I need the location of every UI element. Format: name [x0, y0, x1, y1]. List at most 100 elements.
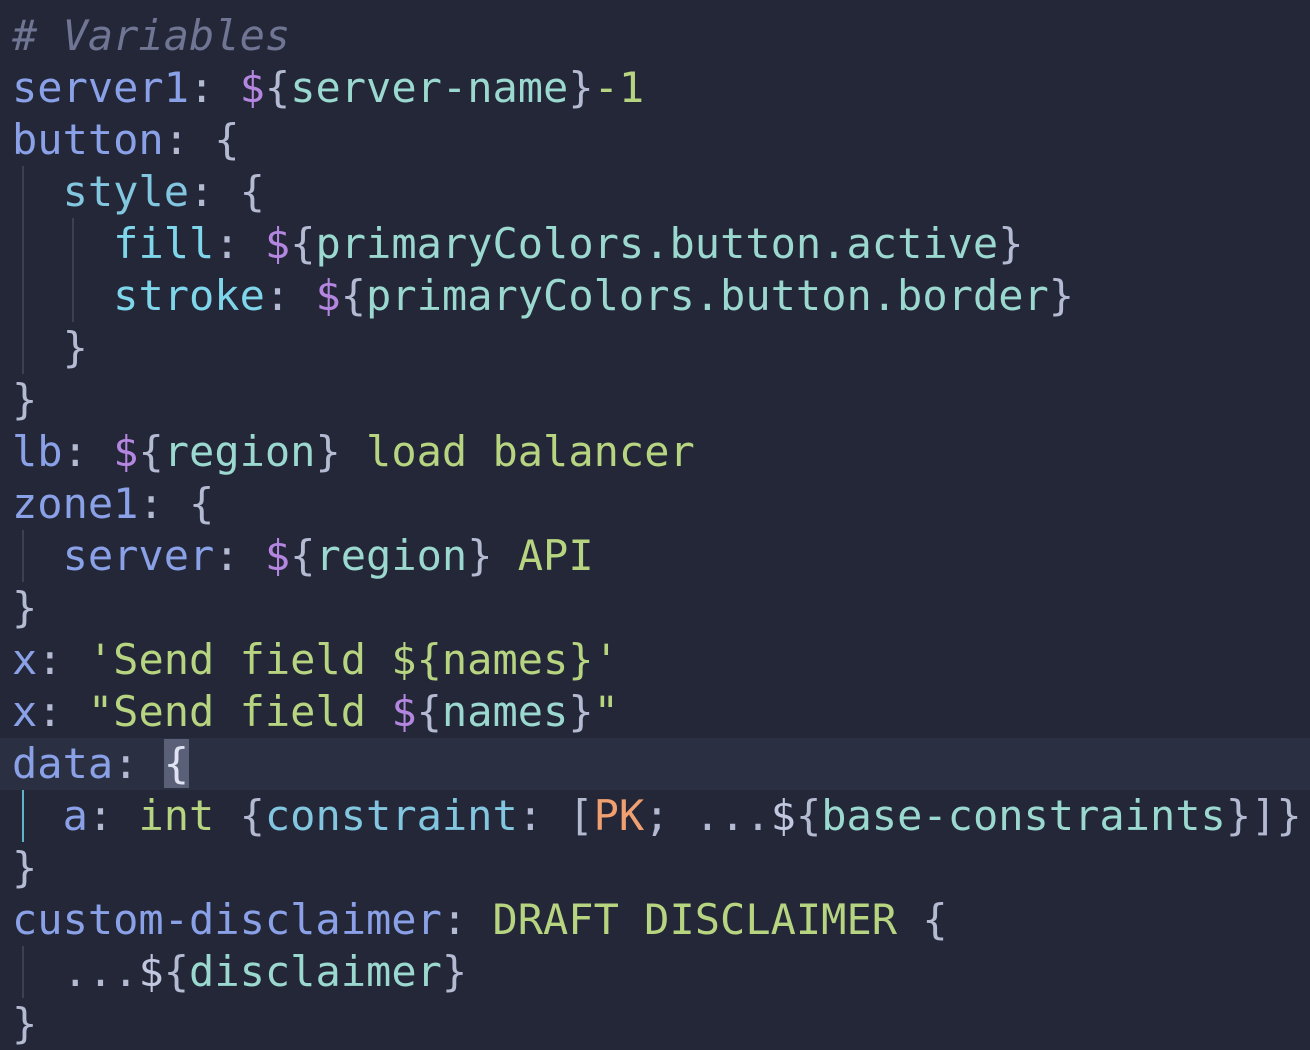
code-token: lb [12, 427, 63, 476]
code-token: ... [62, 947, 139, 996]
code-line[interactable]: zone1: { [0, 478, 1310, 530]
code-line[interactable]: style: { [0, 166, 1310, 218]
code-token: : [37, 687, 88, 736]
code-line[interactable]: # Variables [0, 10, 1310, 62]
code-token: server-name [290, 63, 569, 112]
code-token: } [12, 843, 38, 892]
code-token: region [315, 531, 468, 580]
code-text: custom-disclaimer: DRAFT DISCLAIMER { [12, 894, 948, 946]
code-text: server: ${region} API [12, 530, 594, 582]
code-line[interactable]: a: int {constraint: [PK; ...${base-const… [0, 790, 1310, 842]
code-token: $ [315, 271, 341, 320]
code-line[interactable]: } [0, 322, 1310, 374]
code-text: button: { [12, 114, 240, 166]
code-token: } [568, 687, 594, 736]
code-token: # Variables [12, 11, 291, 60]
code-line[interactable]: } [0, 842, 1310, 894]
code-token: { [264, 63, 291, 112]
code-text: } [12, 582, 37, 634]
code-token: server [62, 531, 215, 580]
code-editor[interactable]: # Variables server1: ${server-name}-1 butt… [0, 0, 1310, 1050]
code-token: ; ... [644, 791, 771, 840]
code-line[interactable]: fill: ${primaryColors.button.active} [0, 218, 1310, 270]
code-text: } [12, 322, 88, 374]
code-token: constraint [264, 791, 518, 840]
code-line[interactable]: server: ${region} API [0, 530, 1310, 582]
code-token: : [214, 219, 265, 268]
code-token: : [113, 739, 164, 788]
code-token: : [214, 531, 265, 580]
code-line[interactable]: custom-disclaimer: DRAFT DISCLAIMER { [0, 894, 1310, 946]
code-token: { [163, 739, 190, 788]
code-token: $ [113, 427, 139, 476]
code-token: stroke [113, 271, 265, 320]
code-token: button [12, 115, 164, 164]
code-token: } [568, 63, 594, 112]
code-token: PK [593, 791, 645, 840]
code-token: 'Send field ${names}' [87, 635, 619, 684]
code-token: names [441, 687, 569, 736]
code-text: stroke: ${primaryColors.button.border} [12, 270, 1074, 322]
code-token: } [467, 531, 493, 580]
code-line[interactable]: stroke: ${primaryColors.button.border} [0, 270, 1310, 322]
code-line[interactable]: x: 'Send field ${names}' [0, 634, 1310, 686]
code-token: { [416, 687, 442, 736]
code-line[interactable]: lb: ${region} load balancer [0, 426, 1310, 478]
code-line[interactable]: button: { [0, 114, 1310, 166]
code-line[interactable]: ...${disclaimer} [0, 946, 1310, 998]
code-token: { [163, 947, 190, 996]
code-text: } [12, 374, 37, 426]
code-token: } [12, 999, 38, 1048]
code-token: int [138, 791, 215, 840]
code-line[interactable]: } [0, 582, 1310, 634]
code-token: : [ [517, 791, 594, 840]
code-token: region [163, 427, 316, 476]
code-token: : [37, 635, 88, 684]
code-token: primaryColors.button.border [366, 271, 1049, 320]
code-line[interactable]: data: { [0, 738, 1310, 790]
code-token: } [441, 947, 468, 996]
code-token: x [12, 635, 38, 684]
code-token: } [315, 427, 341, 476]
code-token: zone1 [12, 479, 139, 528]
code-token: { [897, 895, 948, 944]
code-token: $ [138, 947, 164, 996]
code-token: { [214, 791, 265, 840]
code-text: # Variables [12, 10, 290, 62]
code-token: { [340, 271, 367, 320]
code-line[interactable]: server1: ${server-name}-1 [0, 62, 1310, 114]
code-token: } [1048, 271, 1075, 320]
code-token: server1 [12, 63, 190, 112]
code-token: $ [264, 531, 291, 580]
code-token: : [189, 63, 240, 112]
code-token: a [62, 791, 88, 840]
code-token: { [290, 219, 316, 268]
code-token: : { [138, 479, 215, 528]
code-text: lb: ${region} load balancer [12, 426, 695, 478]
code-token: : [87, 791, 139, 840]
code-token: $ [264, 219, 291, 268]
code-token: load balancer [340, 427, 695, 476]
code-token: "Send field [87, 687, 392, 736]
code-token: custom-disclaimer [12, 895, 442, 944]
code-line[interactable]: x: "Send field ${names}" [0, 686, 1310, 738]
code-token: { [795, 791, 822, 840]
code-token: data [12, 739, 114, 788]
code-text: a: int {constraint: [PK; ...${base-const… [12, 790, 1302, 842]
code-text: ...${disclaimer} [12, 946, 468, 998]
code-token: { [290, 531, 316, 580]
code-token: } [62, 323, 88, 372]
code-line[interactable]: } [0, 998, 1310, 1050]
code-token: x [12, 687, 38, 736]
code-text: style: { [12, 166, 265, 218]
code-token: base-constraints [821, 791, 1226, 840]
code-line[interactable]: } [0, 374, 1310, 426]
code-token: DRAFT DISCLAIMER [492, 895, 898, 944]
